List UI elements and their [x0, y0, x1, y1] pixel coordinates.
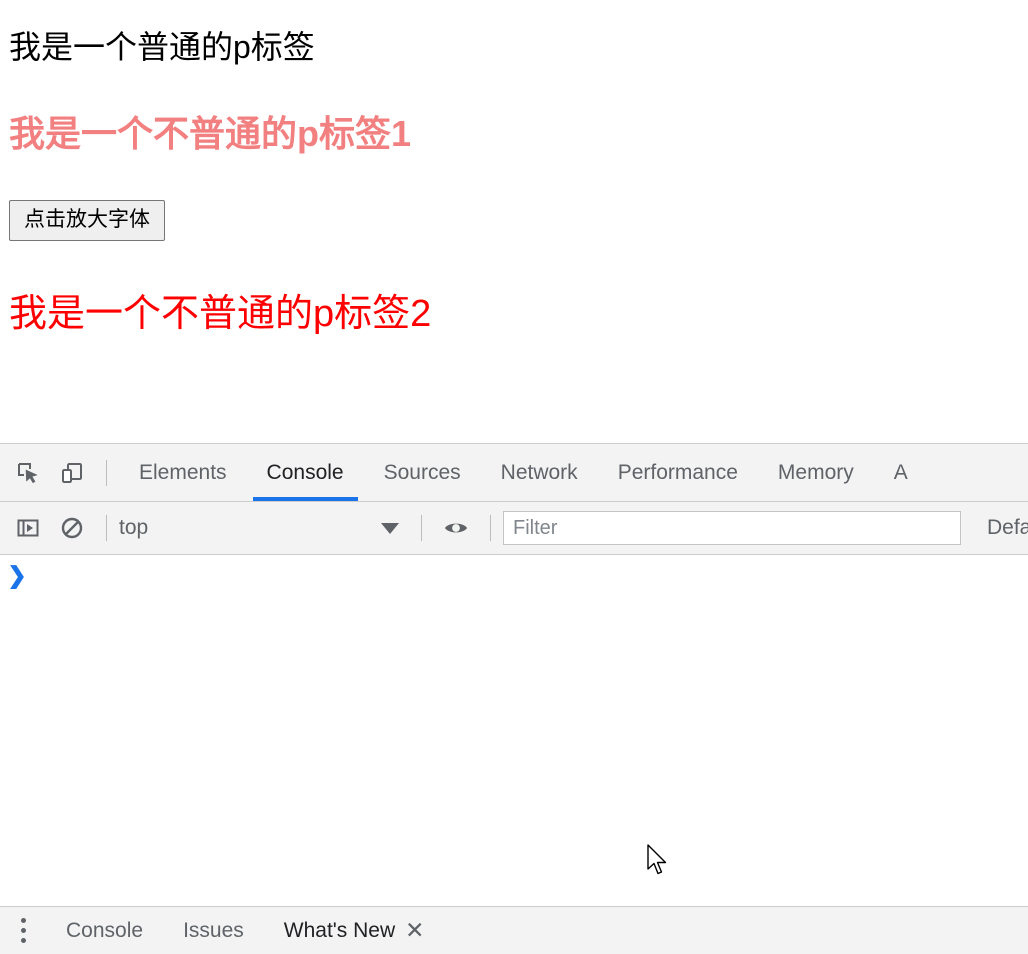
tab-elements-label: Elements [139, 460, 227, 484]
close-icon[interactable]: ✕ [405, 917, 424, 944]
toolbar-divider [490, 515, 491, 541]
tab-network-label: Network [500, 460, 578, 484]
tab-application[interactable]: A [874, 444, 928, 501]
tab-network[interactable]: Network [481, 444, 598, 501]
clear-console-icon[interactable] [50, 506, 94, 550]
live-expression-eye-icon[interactable] [434, 506, 478, 550]
enlarge-font-button[interactable]: 点击放大字体 [9, 200, 165, 241]
console-sidebar-toggle-icon[interactable] [6, 506, 50, 550]
tab-memory[interactable]: Memory [758, 444, 874, 501]
devtools-tab-bar: Elements Console Sources Network Perform… [0, 444, 1028, 502]
chevron-down-icon [381, 522, 399, 534]
drawer-tab-issues-label: Issues [183, 918, 244, 942]
execution-context-select[interactable]: top [119, 510, 409, 546]
inspect-element-icon[interactable] [6, 451, 50, 495]
console-prompt-row[interactable]: ❯ [0, 555, 1028, 589]
tab-memory-label: Memory [777, 460, 854, 484]
console-filter-input[interactable] [503, 511, 961, 545]
console-toolbar: top Defa [0, 502, 1028, 555]
drawer-tab-whats-new-label: What's New [283, 918, 396, 942]
tab-performance[interactable]: Performance [598, 444, 758, 501]
console-input-line[interactable] [34, 565, 1028, 587]
console-output-area[interactable]: ❯ [0, 555, 1028, 908]
toolbar-divider [106, 459, 107, 486]
execution-context-value: top [119, 516, 149, 539]
more-options-kebab-icon[interactable] [0, 908, 46, 954]
paragraph-special-1: 我是一个不普通的p标签1 [9, 113, 412, 154]
devtools-drawer-tab-bar: Console Issues What's New ✕ [0, 906, 1028, 954]
devtools-panel: Elements Console Sources Network Perform… [0, 443, 1028, 954]
toolbar-divider [106, 515, 107, 541]
drawer-tab-console-label: Console [66, 918, 144, 942]
paragraph-special-2: 我是一个不普通的p标签2 [9, 293, 432, 335]
paragraph-normal: 我是一个普通的p标签 [9, 29, 315, 65]
drawer-tab-whats-new[interactable]: What's New [264, 907, 415, 954]
tab-elements[interactable]: Elements [119, 444, 247, 501]
tab-console[interactable]: Console [247, 444, 364, 501]
tab-performance-label: Performance [617, 460, 738, 484]
tab-sources[interactable]: Sources [364, 444, 481, 501]
device-toolbar-icon[interactable] [50, 451, 94, 495]
drawer-tab-issues[interactable]: Issues [163, 907, 264, 954]
tab-console-label: Console [266, 460, 344, 484]
log-levels-select[interactable]: Defa [987, 516, 1028, 540]
console-prompt-caret-icon: ❯ [7, 562, 27, 588]
drawer-tab-console[interactable]: Console [46, 907, 163, 954]
web-page-viewport: 我是一个普通的p标签 我是一个不普通的p标签1 点击放大字体 我是一个不普通的p… [0, 0, 1028, 443]
toolbar-divider [421, 515, 422, 541]
tab-sources-label: Sources [383, 460, 461, 484]
tab-application-label: A [893, 460, 908, 484]
